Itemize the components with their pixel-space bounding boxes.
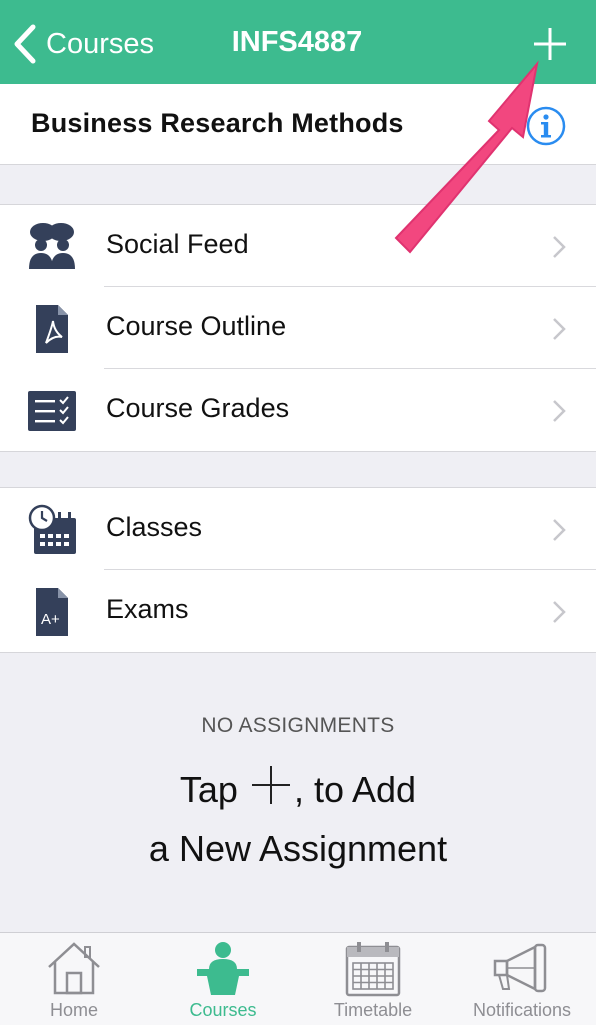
list-item-label: Classes xyxy=(106,512,203,542)
schedule-menu-group: Classes A+ Exams xyxy=(0,487,596,653)
hint-text-after: , to Add xyxy=(293,769,417,810)
list-item-course-grades[interactable]: Course Grades xyxy=(0,369,596,451)
tab-courses[interactable]: Courses xyxy=(162,933,284,1025)
lecturer-podium-icon xyxy=(197,942,249,995)
tab-label: Home xyxy=(49,1000,98,1020)
course-title: Business Research Methods xyxy=(31,108,404,138)
tab-notifications[interactable]: Notifications xyxy=(456,933,588,1025)
tab-label: Notifications xyxy=(472,1000,572,1020)
list-item-course-outline[interactable]: Course Outline xyxy=(0,287,596,369)
tab-bar: Home Courses Timetable Notifications xyxy=(0,932,596,1025)
chevron-right-icon xyxy=(553,318,566,340)
add-assignment-hint: Tap , to Add xyxy=(0,766,596,811)
list-item-label: Social Feed xyxy=(106,229,249,259)
svg-text:A+: A+ xyxy=(41,611,60,628)
list-item-label: Course Outline xyxy=(106,311,287,341)
plus-icon xyxy=(251,766,290,804)
house-icon xyxy=(48,942,100,995)
plus-icon[interactable] xyxy=(528,24,572,64)
back-button-label: Courses xyxy=(46,27,154,60)
list-item-label: Course Grades xyxy=(106,393,290,423)
course-menu-group: Social Feed Course Outline Course Grades xyxy=(0,204,596,452)
chevron-right-icon xyxy=(553,601,566,623)
tab-home[interactable]: Home xyxy=(18,933,130,1025)
megaphone-icon xyxy=(493,943,547,993)
pdf-document-icon xyxy=(36,305,68,353)
tab-timetable[interactable]: Timetable xyxy=(318,933,428,1025)
calendar-clock-icon xyxy=(28,504,76,554)
no-assignments-heading: NO ASSIGNMENTS xyxy=(201,714,395,737)
add-assignment-hint-line2: a New Assignment xyxy=(148,828,448,869)
list-item-social-feed[interactable]: Social Feed xyxy=(0,205,596,287)
list-item-label: Exams xyxy=(106,594,189,624)
calendar-icon xyxy=(345,942,401,997)
tab-label: Timetable xyxy=(333,1000,413,1020)
list-item-classes[interactable]: Classes xyxy=(0,488,596,570)
chevron-right-icon xyxy=(553,400,566,422)
chevron-right-icon xyxy=(553,519,566,541)
list-item-exams[interactable]: A+ Exams xyxy=(0,570,596,652)
hint-text-before: Tap xyxy=(179,769,238,810)
tab-label: Courses xyxy=(189,1000,257,1020)
checklist-icon xyxy=(28,391,76,431)
chevron-left-icon xyxy=(14,24,36,64)
info-icon[interactable] xyxy=(524,104,568,148)
chevron-right-icon xyxy=(553,236,566,258)
navigation-bar: Courses INFS4887 xyxy=(0,0,596,84)
people-chat-icon xyxy=(29,223,75,269)
back-button[interactable]: Courses xyxy=(12,22,154,66)
grade-document-icon: A+ xyxy=(36,588,68,636)
course-header: Business Research Methods xyxy=(0,84,596,165)
